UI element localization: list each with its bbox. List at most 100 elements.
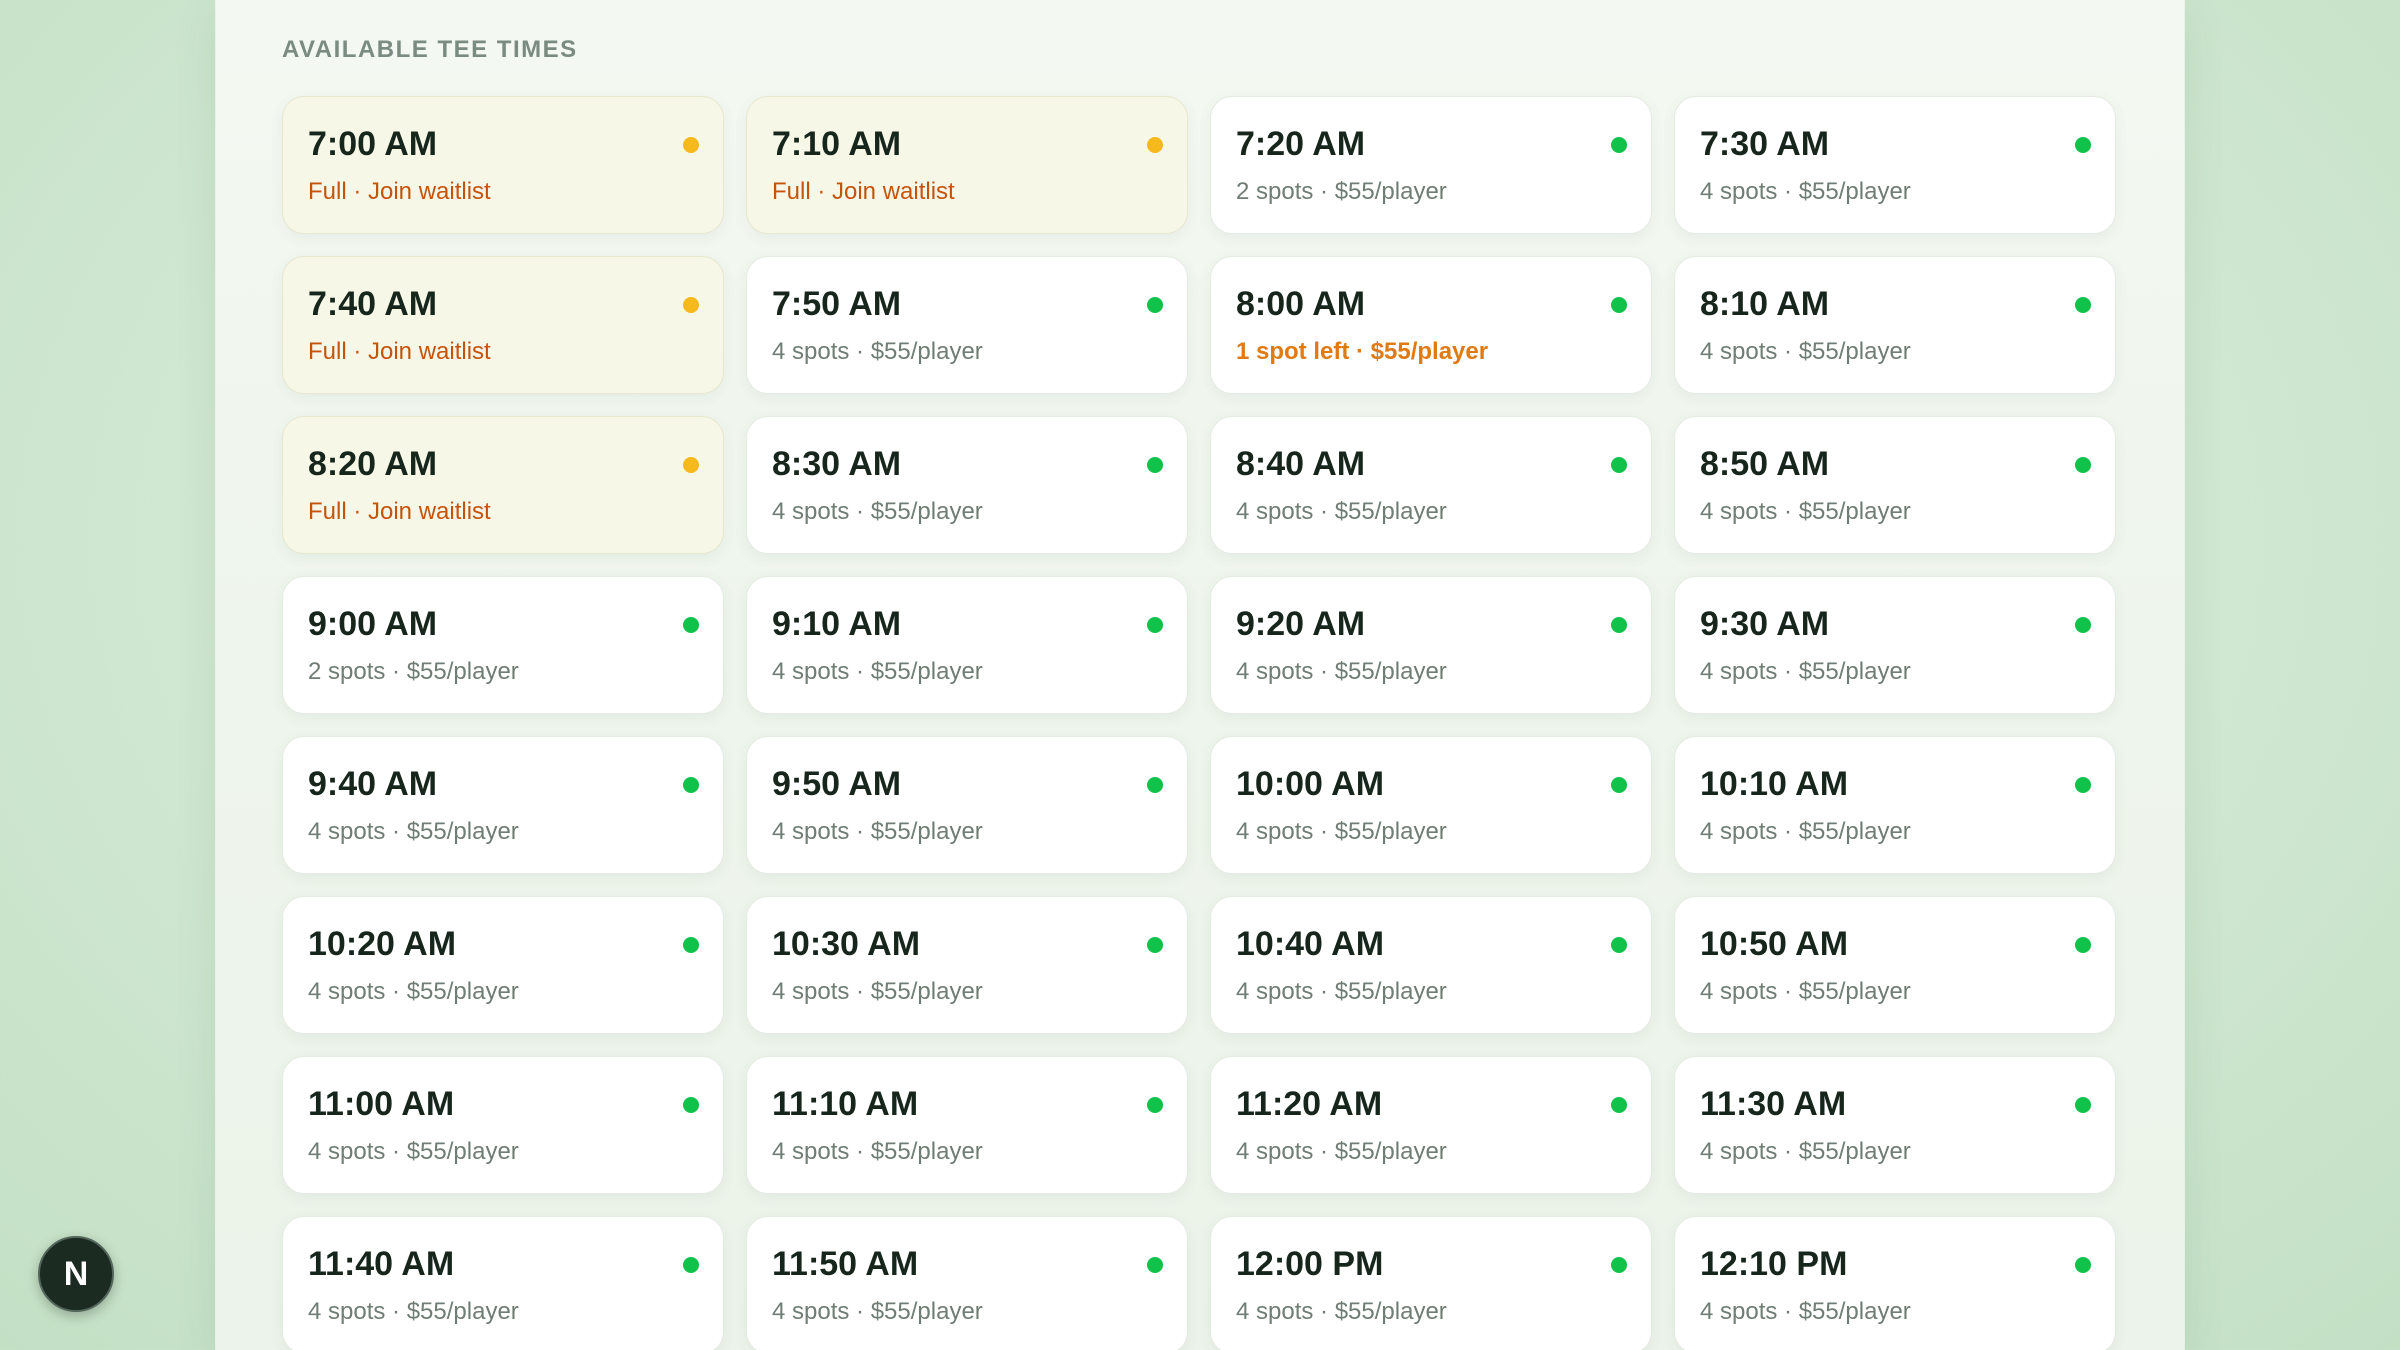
available-status-dot-icon bbox=[1611, 297, 1627, 313]
slot-time: 11:00 AM bbox=[308, 1085, 455, 1123]
slot-availability: 4 spots · $55/player bbox=[772, 658, 983, 685]
slot-availability: 4 spots · $55/player bbox=[308, 1298, 519, 1325]
slot-availability: 4 spots · $55/player bbox=[1236, 1138, 1447, 1165]
tee-time-slot[interactable]: 9:40 AM 4 spots · $55/player bbox=[282, 736, 724, 874]
tee-time-slot[interactable]: 10:40 AM 4 spots · $55/player bbox=[1210, 896, 1652, 1034]
slot-availability: 4 spots · $55/player bbox=[1700, 818, 1911, 845]
tee-time-slot[interactable]: 9:00 AM 2 spots · $55/player bbox=[282, 576, 724, 714]
available-status-dot-icon bbox=[2075, 1097, 2091, 1113]
available-status-dot-icon bbox=[2075, 457, 2091, 473]
slot-availability: 4 spots · $55/player bbox=[772, 1298, 983, 1325]
tee-time-slot[interactable]: 8:00 AM 1 spot left · $55/player bbox=[1210, 256, 1652, 394]
available-status-dot-icon bbox=[2075, 297, 2091, 313]
tee-time-slot[interactable]: 9:30 AM 4 spots · $55/player bbox=[1674, 576, 2116, 714]
slot-availability: 4 spots · $55/player bbox=[1236, 818, 1447, 845]
tee-time-slot[interactable]: 10:10 AM 4 spots · $55/player bbox=[1674, 736, 2116, 874]
available-status-dot-icon bbox=[683, 1257, 699, 1273]
slot-time: 11:10 AM bbox=[772, 1085, 919, 1123]
tee-time-slot[interactable]: 9:50 AM 4 spots · $55/player bbox=[746, 736, 1188, 874]
tee-time-slot[interactable]: 12:00 PM 4 spots · $55/player bbox=[1210, 1216, 1652, 1350]
slot-availability: 4 spots · $55/player bbox=[1700, 178, 1911, 205]
tee-time-slot[interactable]: 11:50 AM 4 spots · $55/player bbox=[746, 1216, 1188, 1350]
slot-availability: 4 spots · $55/player bbox=[1700, 338, 1911, 365]
slot-availability: 4 spots · $55/player bbox=[772, 338, 983, 365]
slot-time: 10:30 AM bbox=[772, 925, 921, 963]
available-status-dot-icon bbox=[1611, 137, 1627, 153]
available-status-dot-icon bbox=[2075, 1257, 2091, 1273]
tee-time-slot[interactable]: 11:10 AM 4 spots · $55/player bbox=[746, 1056, 1188, 1194]
tee-time-slot[interactable]: 11:30 AM 4 spots · $55/player bbox=[1674, 1056, 2116, 1194]
tee-time-slot[interactable]: 7:30 AM 4 spots · $55/player bbox=[1674, 96, 2116, 234]
slot-availability: 2 spots · $55/player bbox=[1236, 178, 1447, 205]
available-status-dot-icon bbox=[2075, 137, 2091, 153]
tee-time-slot[interactable]: 9:20 AM 4 spots · $55/player bbox=[1210, 576, 1652, 714]
available-status-dot-icon bbox=[683, 937, 699, 953]
tee-time-slot[interactable]: 9:10 AM 4 spots · $55/player bbox=[746, 576, 1188, 714]
available-status-dot-icon bbox=[1611, 937, 1627, 953]
slot-time: 8:30 AM bbox=[772, 445, 902, 483]
slot-availability: 4 spots · $55/player bbox=[1700, 498, 1911, 525]
available-status-dot-icon bbox=[1611, 1097, 1627, 1113]
tee-time-slot[interactable]: 11:20 AM 4 spots · $55/player bbox=[1210, 1056, 1652, 1194]
slot-time: 9:30 AM bbox=[1700, 605, 1830, 643]
tee-time-slot[interactable]: 8:20 AM Full · Join waitlist bbox=[282, 416, 724, 554]
slot-time: 8:50 AM bbox=[1700, 445, 1830, 483]
slot-availability: Full · Join waitlist bbox=[308, 338, 491, 365]
tee-time-slot[interactable]: 10:30 AM 4 spots · $55/player bbox=[746, 896, 1188, 1034]
slot-availability: 4 spots · $55/player bbox=[308, 1138, 519, 1165]
slot-time: 9:10 AM bbox=[772, 605, 902, 643]
slot-availability: 4 spots · $55/player bbox=[772, 978, 983, 1005]
slot-time: 10:50 AM bbox=[1700, 925, 1849, 963]
available-status-dot-icon bbox=[1147, 297, 1163, 313]
slot-availability: 4 spots · $55/player bbox=[308, 978, 519, 1005]
tee-time-slot[interactable]: 12:10 PM 4 spots · $55/player bbox=[1674, 1216, 2116, 1350]
tee-time-slot[interactable]: 10:20 AM 4 spots · $55/player bbox=[282, 896, 724, 1034]
slot-time: 8:00 AM bbox=[1236, 285, 1366, 323]
slot-availability: 4 spots · $55/player bbox=[308, 818, 519, 845]
tee-time-slot[interactable]: 10:50 AM 4 spots · $55/player bbox=[1674, 896, 2116, 1034]
slot-availability: 4 spots · $55/player bbox=[1236, 1298, 1447, 1325]
slot-time: 7:00 AM bbox=[308, 125, 438, 163]
tee-time-slot[interactable]: 7:40 AM Full · Join waitlist bbox=[282, 256, 724, 394]
tee-time-slot[interactable]: 8:50 AM 4 spots · $55/player bbox=[1674, 416, 2116, 554]
full-status-dot-icon bbox=[683, 137, 699, 153]
available-status-dot-icon bbox=[683, 1097, 699, 1113]
slot-availability: 2 spots · $55/player bbox=[308, 658, 519, 685]
slot-time: 10:10 AM bbox=[1700, 765, 1849, 803]
slot-availability: 4 spots · $55/player bbox=[772, 1138, 983, 1165]
tee-time-slot[interactable]: 8:40 AM 4 spots · $55/player bbox=[1210, 416, 1652, 554]
full-status-dot-icon bbox=[1147, 137, 1163, 153]
tee-time-slot[interactable]: 11:40 AM 4 spots · $55/player bbox=[282, 1216, 724, 1350]
available-status-dot-icon bbox=[1147, 617, 1163, 633]
tee-time-slot[interactable]: 8:30 AM 4 spots · $55/player bbox=[746, 416, 1188, 554]
tee-time-slot[interactable]: 11:00 AM 4 spots · $55/player bbox=[282, 1056, 724, 1194]
available-status-dot-icon bbox=[1147, 777, 1163, 793]
slot-time: 7:20 AM bbox=[1236, 125, 1366, 163]
slot-availability: 4 spots · $55/player bbox=[772, 498, 983, 525]
tee-time-slot[interactable]: 8:10 AM 4 spots · $55/player bbox=[1674, 256, 2116, 394]
tee-time-slot[interactable]: 10:00 AM 4 spots · $55/player bbox=[1210, 736, 1652, 874]
available-status-dot-icon bbox=[1147, 937, 1163, 953]
next-logo-icon[interactable]: N bbox=[38, 1236, 114, 1312]
full-status-dot-icon bbox=[683, 457, 699, 473]
slot-time: 11:40 AM bbox=[308, 1245, 455, 1283]
slot-availability: Full · Join waitlist bbox=[308, 178, 491, 205]
slot-time: 11:50 AM bbox=[772, 1245, 919, 1283]
slot-time: 9:50 AM bbox=[772, 765, 902, 803]
available-status-dot-icon bbox=[1147, 1257, 1163, 1273]
tee-times-panel: AVAILABLE TEE TIMES 7:00 AM Full · Join w… bbox=[216, 0, 2184, 1350]
tee-time-slot[interactable]: 7:50 AM 4 spots · $55/player bbox=[746, 256, 1188, 394]
section-title: AVAILABLE TEE TIMES bbox=[282, 36, 578, 63]
tee-time-slot[interactable]: 7:20 AM 2 spots · $55/player bbox=[1210, 96, 1652, 234]
slot-time: 7:40 AM bbox=[308, 285, 438, 323]
available-status-dot-icon bbox=[1611, 777, 1627, 793]
slot-availability: 4 spots · $55/player bbox=[1700, 1298, 1911, 1325]
available-status-dot-icon bbox=[1611, 1257, 1627, 1273]
slot-time: 7:50 AM bbox=[772, 285, 902, 323]
tee-time-slot[interactable]: 7:10 AM Full · Join waitlist bbox=[746, 96, 1188, 234]
slot-time: 10:00 AM bbox=[1236, 765, 1385, 803]
tee-time-slot[interactable]: 7:00 AM Full · Join waitlist bbox=[282, 96, 724, 234]
available-status-dot-icon bbox=[2075, 617, 2091, 633]
tee-time-grid: 7:00 AM Full · Join waitlist 7:10 AM Full ·… bbox=[282, 96, 2116, 1350]
slot-time: 8:40 AM bbox=[1236, 445, 1366, 483]
